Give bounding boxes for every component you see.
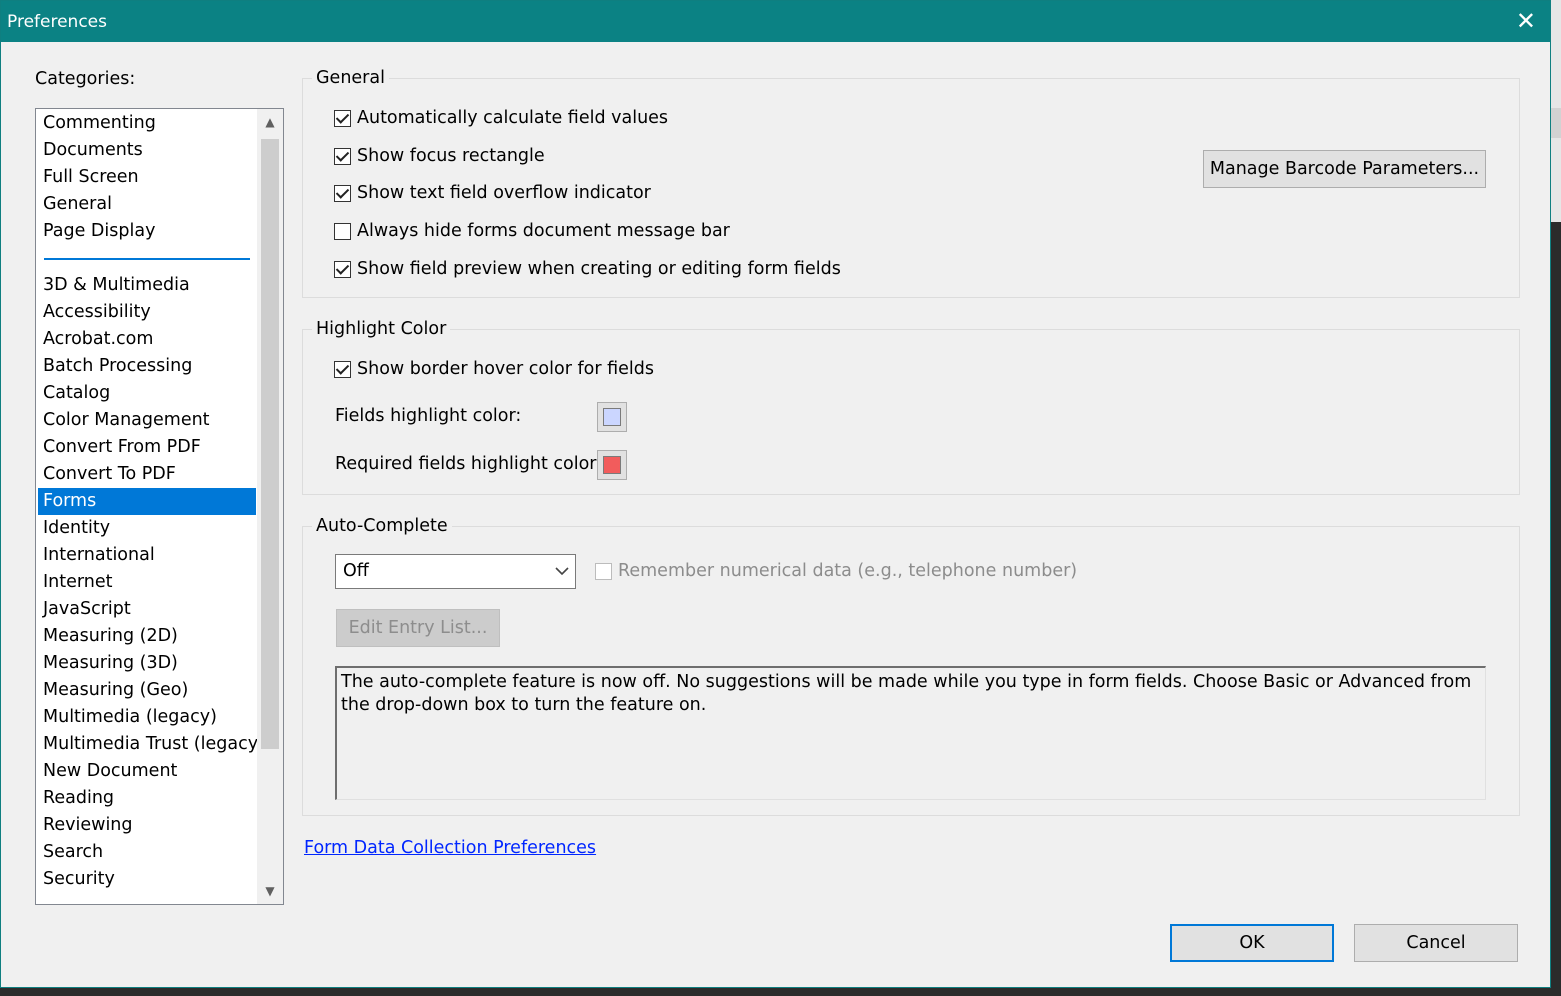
background-window-edge xyxy=(1551,0,1561,996)
chevron-down-icon xyxy=(553,559,571,587)
select-value: Off xyxy=(343,561,369,581)
required-highlight-color-button[interactable] xyxy=(597,450,627,480)
general-checkbox[interactable]: Show focus rectangle xyxy=(334,146,545,166)
category-item[interactable]: Convert From PDF xyxy=(38,434,256,461)
category-item[interactable]: JavaScript xyxy=(38,596,256,623)
scroll-up-icon[interactable]: ▲ xyxy=(257,115,283,129)
cancel-button[interactable]: Cancel xyxy=(1354,924,1518,962)
category-item[interactable]: Batch Processing xyxy=(38,353,256,380)
checkbox-box[interactable] xyxy=(334,147,351,165)
category-item[interactable]: Reading xyxy=(38,785,256,812)
category-item[interactable]: General xyxy=(38,191,256,218)
auto-complete-legend: Auto-Complete xyxy=(316,516,448,536)
fields-highlight-color-button[interactable] xyxy=(597,402,627,432)
category-item[interactable]: Convert To PDF xyxy=(38,461,256,488)
checkbox-label: Automatically calculate field values xyxy=(357,108,669,128)
form-data-collection-link[interactable]: Form Data Collection Preferences xyxy=(304,838,596,858)
manage-barcode-parameters-button[interactable]: Manage Barcode Parameters... xyxy=(1203,150,1486,188)
general-legend: General xyxy=(316,68,385,88)
background-panel-shade xyxy=(1551,108,1561,138)
scroll-down-icon[interactable]: ▼ xyxy=(257,884,283,898)
fields-highlight-label: Fields highlight color: xyxy=(335,406,522,426)
highlight-color-legend: Highlight Color xyxy=(316,319,447,339)
required-highlight-swatch xyxy=(603,456,621,474)
category-item[interactable]: Multimedia Trust (legacy) xyxy=(38,731,265,758)
show-border-hover-checkbox[interactable]: Show border hover color for fields xyxy=(334,359,654,379)
category-item[interactable]: Commenting xyxy=(38,110,256,137)
checkbox-box[interactable] xyxy=(334,109,351,127)
scrollbar-thumb[interactable] xyxy=(261,139,279,749)
category-item[interactable]: Acrobat.com xyxy=(38,326,256,353)
edit-entry-list-button[interactable]: Edit Entry List... xyxy=(336,609,500,647)
auto-complete-select[interactable]: Off xyxy=(335,554,576,589)
category-item[interactable]: Internet xyxy=(38,569,256,596)
category-item[interactable]: Catalog xyxy=(38,380,256,407)
title-bar[interactable]: Preferences ✕ xyxy=(1,1,1550,42)
category-item[interactable]: Identity xyxy=(38,515,256,542)
category-item[interactable]: Measuring (2D) xyxy=(38,623,256,650)
general-checkbox[interactable]: Automatically calculate field values xyxy=(334,108,668,128)
category-item[interactable]: Color Management xyxy=(38,407,256,434)
general-checkbox[interactable]: Always hide forms document message bar xyxy=(334,221,730,241)
checkbox-box[interactable] xyxy=(595,562,612,580)
category-item[interactable]: Security xyxy=(38,866,256,893)
category-item[interactable]: International xyxy=(38,542,256,569)
preferences-dialog: Preferences ✕ Categories: Commenting Docu… xyxy=(0,0,1551,988)
category-item[interactable]: Search xyxy=(38,839,256,866)
general-checkbox[interactable]: Show text field overflow indicator xyxy=(334,183,651,203)
checkbox-box[interactable] xyxy=(334,222,351,240)
required-highlight-label: Required fields highlight color: xyxy=(335,454,603,474)
checkbox-label: Show field preview when creating or edit… xyxy=(357,259,841,279)
category-item[interactable]: Multimedia (legacy) xyxy=(38,704,256,731)
category-item[interactable]: Forms xyxy=(38,488,256,515)
ok-button[interactable]: OK xyxy=(1170,924,1334,962)
close-icon[interactable]: ✕ xyxy=(1516,7,1536,35)
window-title: Preferences xyxy=(7,12,107,32)
category-item[interactable]: Reviewing xyxy=(38,812,256,839)
checkbox-label: Show text field overflow indicator xyxy=(357,183,651,203)
category-item[interactable]: Measuring (Geo) xyxy=(38,677,256,704)
checkbox-box[interactable] xyxy=(334,260,351,278)
categories-label: Categories: xyxy=(35,69,136,89)
checkbox-label: Show border hover color for fields xyxy=(357,359,654,379)
fields-highlight-swatch xyxy=(603,408,621,426)
auto-complete-description: The auto-complete feature is now off. No… xyxy=(335,666,1486,800)
general-checkbox[interactable]: Show field preview when creating or edit… xyxy=(334,259,841,279)
category-item[interactable]: 3D & Multimedia xyxy=(38,272,256,299)
category-separator xyxy=(38,245,256,272)
checkbox-label: Always hide forms document message bar xyxy=(357,221,730,241)
category-item[interactable]: Accessibility xyxy=(38,299,256,326)
category-item[interactable]: Full Screen xyxy=(38,164,256,191)
checkbox-box[interactable] xyxy=(334,360,351,378)
category-item[interactable]: Documents xyxy=(38,137,256,164)
checkbox-label: Remember numerical data (e.g., telephone… xyxy=(618,561,1078,581)
category-item[interactable]: Measuring (3D) xyxy=(38,650,256,677)
category-item[interactable]: Page Display xyxy=(38,218,256,245)
checkbox-box[interactable] xyxy=(334,184,351,202)
remember-numerical-data-checkbox[interactable]: Remember numerical data (e.g., telephone… xyxy=(595,561,1077,581)
checkbox-label: Show focus rectangle xyxy=(357,146,545,166)
category-item[interactable]: New Document xyxy=(38,758,256,785)
categories-items: Commenting Documents Full Screen General Pag… xyxy=(38,110,265,893)
categories-scrollbar[interactable]: ▲ ▼ xyxy=(257,109,283,904)
categories-list[interactable]: Commenting Documents Full Screen General Pag… xyxy=(35,108,284,905)
